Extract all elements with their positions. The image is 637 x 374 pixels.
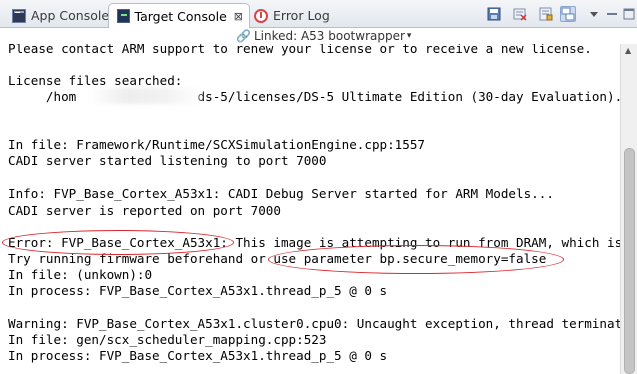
console-line: Warning: FVP_Base_Cortex_A53x1.cluster0.… (8, 316, 620, 331)
maximize-view-icon[interactable] (621, 6, 637, 22)
chain-link-icon: 🔗 (236, 29, 251, 43)
console-vertical-scrollbar[interactable]: ▲ (620, 44, 637, 374)
view-menu-icon[interactable] (586, 6, 602, 22)
console-line: Please contact ARM support to renew your… (8, 44, 592, 56)
view-tab-bar: App Console Target Console ⊠ Error Log (0, 0, 637, 28)
console-line: CADI server is reported on port 7000 (8, 203, 281, 218)
tab-app-console-label: App Console (31, 8, 110, 23)
console-line: In file: (unkown):0 (8, 267, 153, 282)
scroll-lock-icon[interactable] (538, 6, 554, 22)
linked-context-bar: 🔗 Linked: A53 bootwrapper ▾ (0, 28, 637, 44)
console-line: In file: gen/scx_scheduler_mapping.cpp:5… (8, 332, 327, 347)
console-line: In file: Framework/Runtime/SCXSimulation… (8, 137, 426, 152)
console-line: CADI server started listening to port 70… (8, 153, 327, 168)
console-line: In process: FVP_Base_Cortex_A53x1.thread… (8, 283, 388, 298)
console-line: License files searched: (8, 73, 183, 88)
tab-target-console[interactable]: Target Console ⊠ (108, 3, 250, 28)
console-output[interactable]: Please contact ARM support to renew your… (0, 44, 620, 374)
console-line: In process: FVP_Base_Cortex_A53x1.thread… (8, 348, 388, 363)
console-line: Info: FVP_Base_Cortex_A53x1: CADI Debug … (8, 186, 554, 201)
app-console-icon (12, 8, 26, 23)
console-line: Error: FVP_Base_Cortex_A53x1: This image… (8, 235, 620, 250)
tab-target-console-label: Target Console (134, 8, 227, 24)
tab-app-console[interactable]: App Console (4, 3, 115, 28)
tab-error-log-label: Error Log (273, 8, 330, 23)
save-log-icon[interactable] (486, 6, 502, 22)
linked-context-selector[interactable]: 🔗 Linked: A53 bootwrapper ▾ (236, 29, 411, 43)
scrollbar-thumb[interactable] (624, 148, 635, 374)
close-tab-icon[interactable]: ⊠ (234, 10, 243, 23)
error-log-icon (254, 8, 268, 23)
linked-context-label: Linked: A53 bootwrapper (253, 29, 405, 43)
clear-console-icon[interactable] (512, 6, 528, 22)
console-line: Try running firmware beforehand or use p… (8, 251, 547, 266)
redacted-path-blur (90, 88, 202, 104)
target-console-icon (117, 9, 130, 23)
minimize-view-icon[interactable] (604, 6, 620, 22)
link-icon[interactable] (560, 6, 576, 22)
tab-error-log[interactable]: Error Log (246, 3, 336, 28)
scroll-up-arrow-icon[interactable]: ▲ (625, 46, 631, 55)
chevron-down-icon: ▾ (406, 31, 412, 41)
